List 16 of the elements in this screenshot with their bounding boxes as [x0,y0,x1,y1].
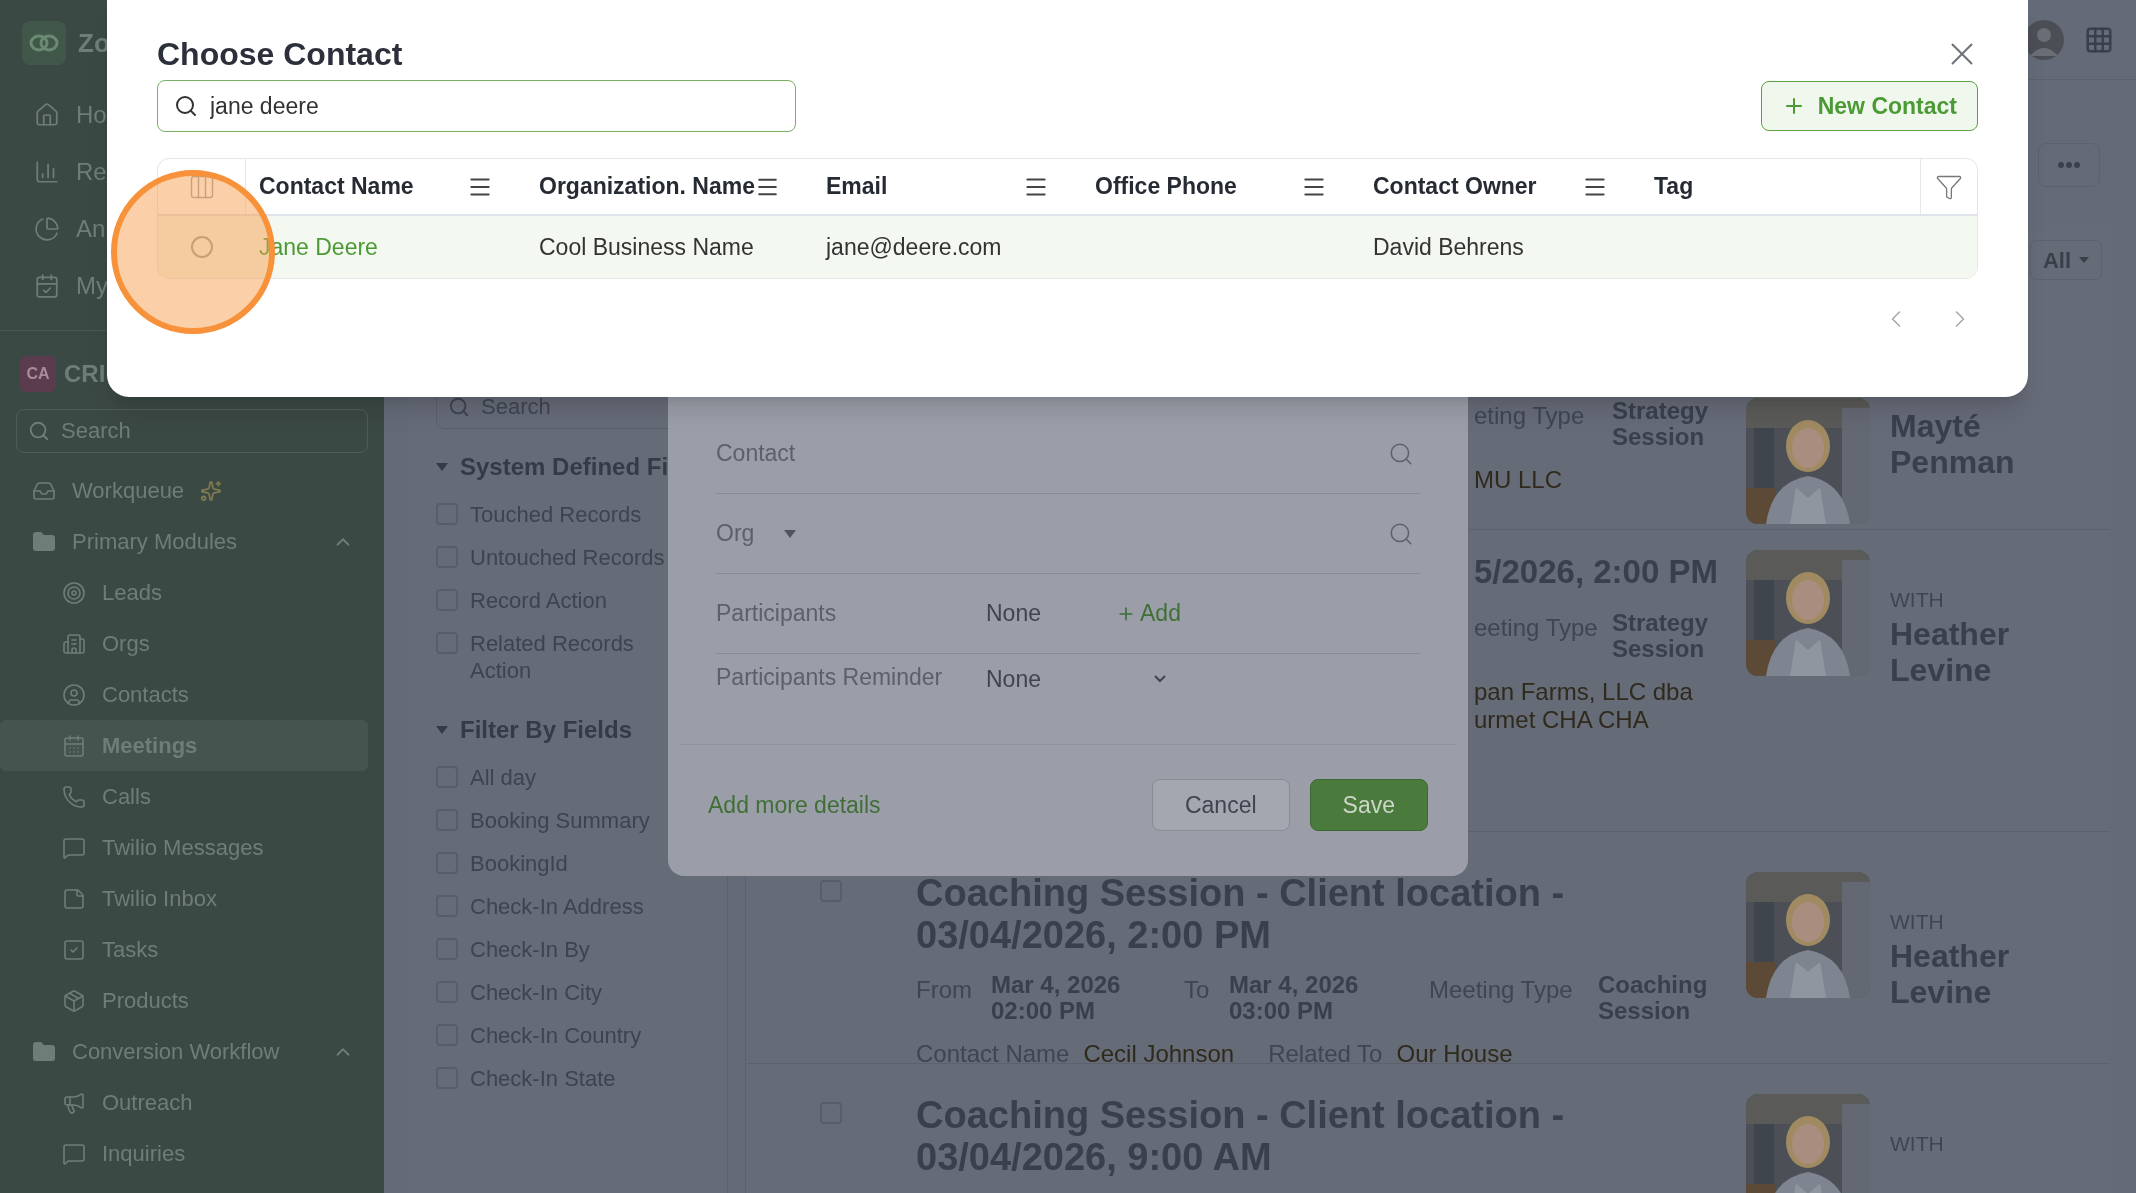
field-label: Participants [716,599,838,629]
field-label: Contact [716,439,796,469]
dialog-title: Choose Contact [157,35,403,74]
column-header: Office Phone [1095,172,1238,202]
field-label: Org [716,519,755,549]
column-header: Contact Name [259,172,415,202]
field-value: None [986,599,1042,629]
field-label: Participants Reminder [716,663,944,692]
table-cell: jane@deere.com [826,233,1002,260]
workspace-badge: CA [20,356,56,392]
column-header: Email [826,172,889,202]
table-cell: David Behrens [1373,233,1524,260]
column-header: Tag [1654,172,1695,202]
table-cell: Cool Business Name [539,233,754,260]
column-header: Organization. Name [539,172,755,202]
column-header: Contact Owner [1373,172,1538,202]
